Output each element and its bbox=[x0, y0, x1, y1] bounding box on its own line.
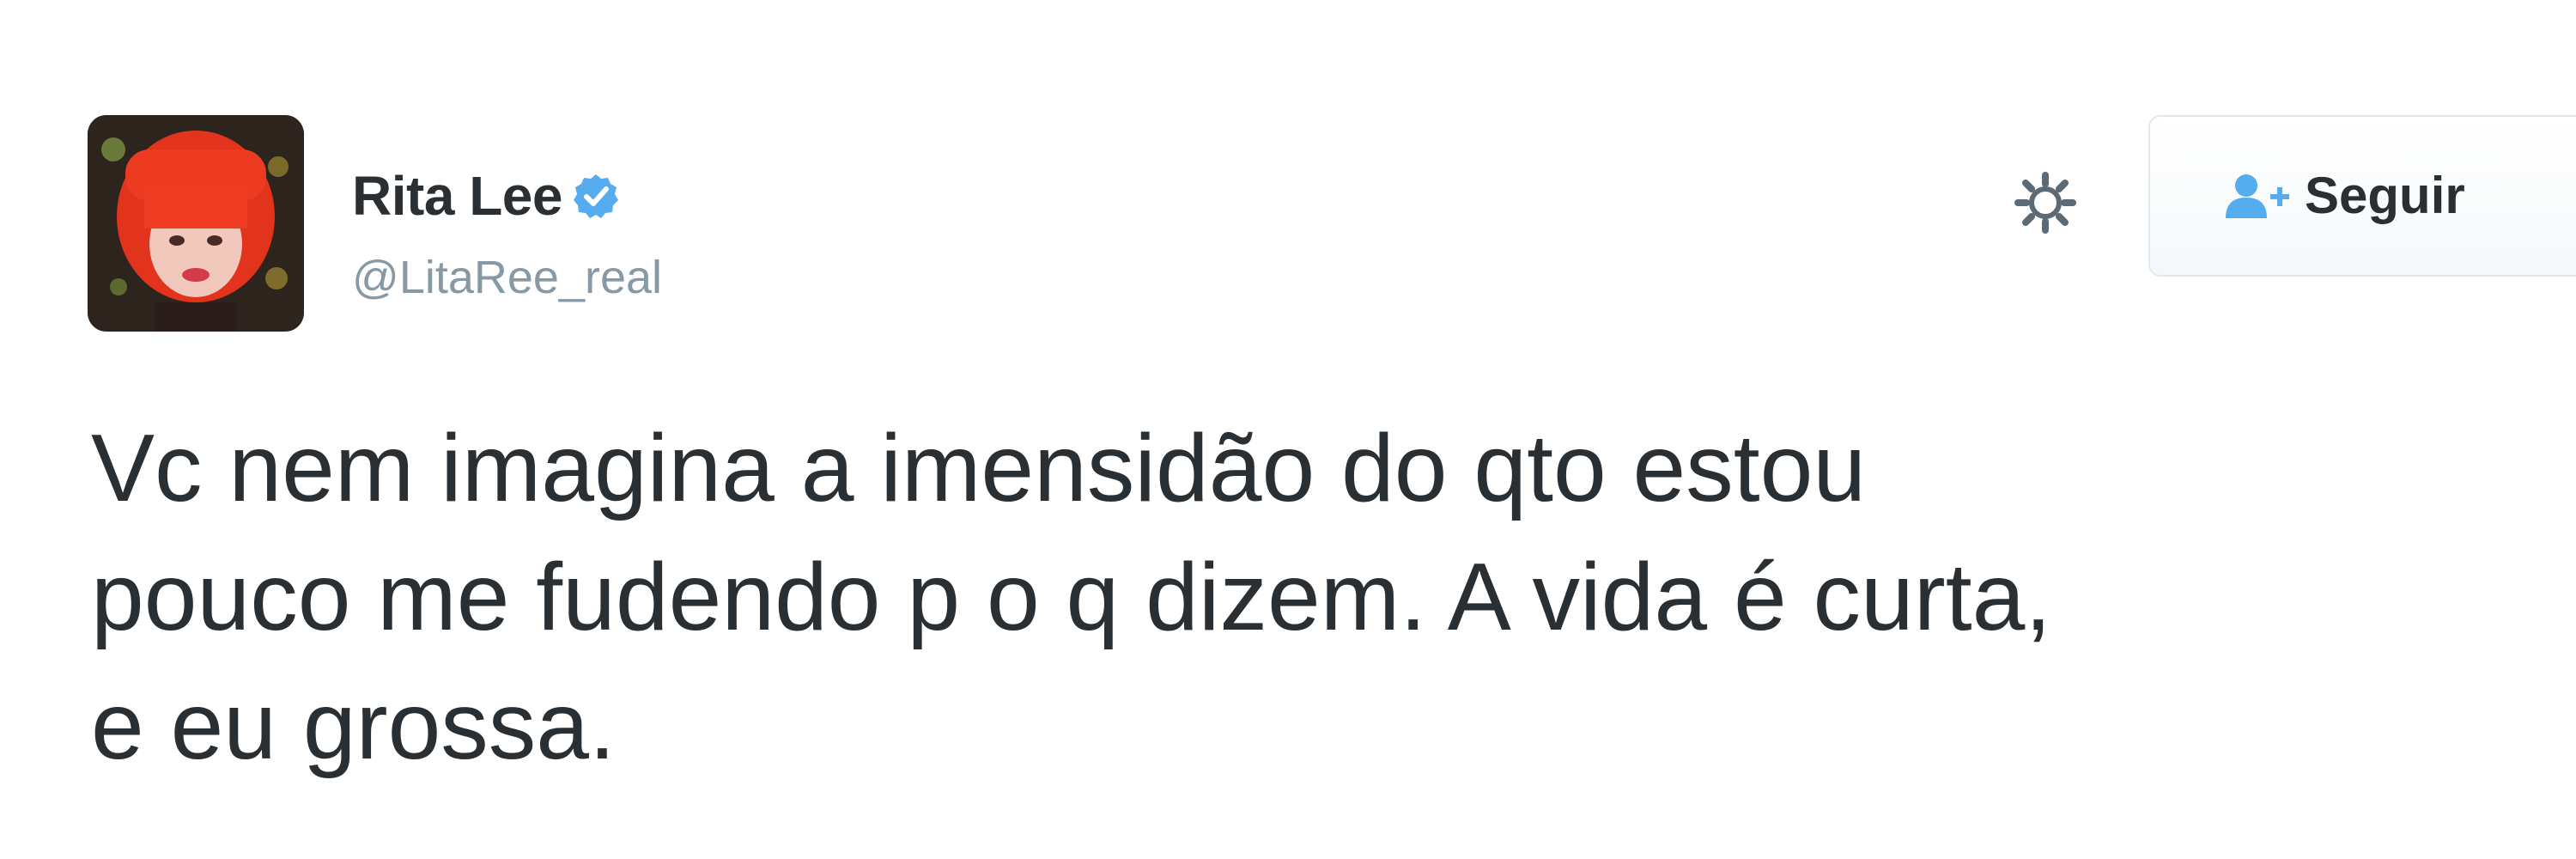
avatar[interactable] bbox=[88, 115, 304, 332]
follow-button[interactable]: Seguir bbox=[2148, 115, 2576, 277]
follow-button-label: Seguir bbox=[2305, 167, 2465, 224]
avatar-image bbox=[88, 115, 304, 332]
author-handle[interactable]: @LitaRee_real bbox=[352, 254, 662, 301]
tweet-card: Rita Lee @LitaRee_real Seguir Vc nem ima… bbox=[0, 0, 2576, 859]
tweet-text-line: e eu grossa. bbox=[91, 673, 616, 779]
gear-icon[interactable] bbox=[2014, 172, 2076, 234]
tweet-text-line: Vc nem imagina a imensidão do qto estou bbox=[91, 415, 1867, 521]
author-display-name[interactable]: Rita Lee bbox=[352, 168, 562, 223]
verified-badge-icon bbox=[573, 173, 619, 219]
tweet-text: Vc nem imagina a imensidão do qto estou … bbox=[91, 404, 2547, 790]
author-name-row: Rita Lee bbox=[352, 160, 619, 232]
tweet-text-line: pouco me fudendo p o q dizem. A vida é c… bbox=[91, 544, 2052, 650]
add-user-icon bbox=[2222, 172, 2291, 220]
